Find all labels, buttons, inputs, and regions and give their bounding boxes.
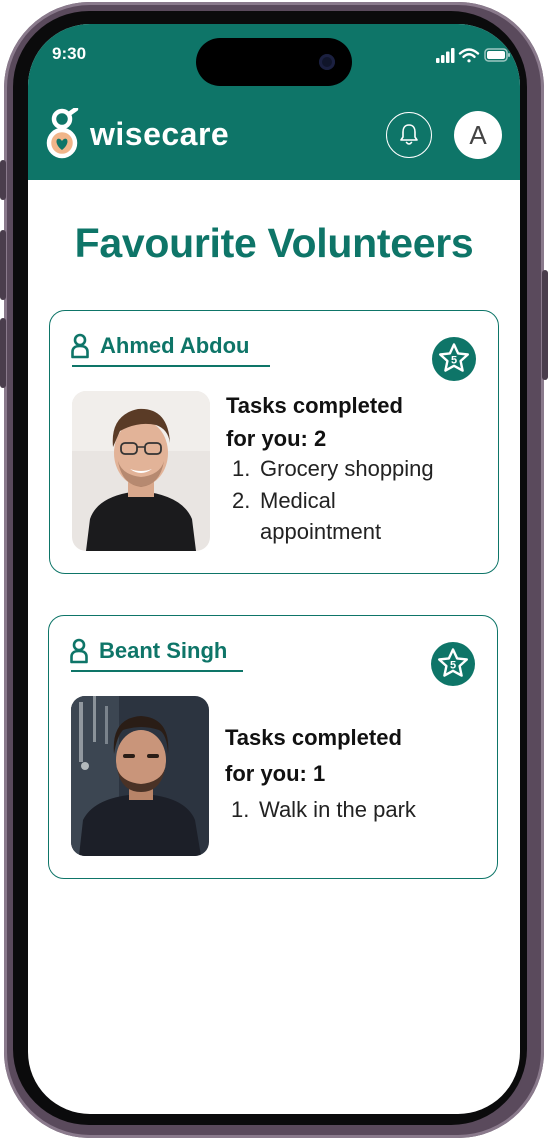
task-text: Grocery shopping bbox=[260, 456, 434, 481]
screen: 9:30 wisecare A Favourite Volunteers Ahm… bbox=[28, 24, 520, 1114]
volume-up-button bbox=[0, 230, 6, 300]
task-item: 1. Walk in the park bbox=[231, 794, 493, 826]
tasks-heading-line: Tasks completed bbox=[226, 393, 403, 418]
tasks-heading-count: for you: 1 bbox=[225, 761, 326, 786]
mute-switch bbox=[0, 160, 6, 200]
status-icons bbox=[436, 48, 510, 63]
app-name: wisecare bbox=[90, 116, 230, 152]
task-number: 1. bbox=[232, 456, 251, 481]
app-header: 9:30 wisecare A bbox=[28, 24, 520, 180]
signal-icon bbox=[436, 48, 455, 63]
wifi-icon bbox=[458, 48, 480, 63]
volunteer-card[interactable]: Beant Singh 5 Tasks completed for you: 1… bbox=[48, 615, 498, 879]
tasks-heading-count: for you: 2 bbox=[226, 426, 327, 451]
battery-icon bbox=[484, 48, 510, 62]
task-item: 1. Grocery shopping bbox=[232, 453, 494, 485]
star-badge-icon: 5 bbox=[431, 642, 475, 686]
badge-count: 5 bbox=[450, 660, 456, 672]
badge-count: 5 bbox=[451, 355, 457, 367]
name-underline bbox=[71, 670, 243, 672]
bell-icon bbox=[400, 124, 418, 145]
dynamic-island bbox=[196, 38, 352, 86]
volume-down-button bbox=[0, 318, 6, 388]
name-underline bbox=[72, 365, 270, 367]
power-button bbox=[542, 270, 548, 380]
task-text: Medical appointment bbox=[260, 487, 382, 545]
wisecare-logo: wisecare bbox=[46, 108, 246, 159]
tasks-heading: Tasks completed for you: 1 bbox=[225, 720, 485, 792]
page-title: Favourite Volunteers bbox=[74, 220, 474, 266]
volunteer-name: Beant Singh bbox=[99, 638, 228, 663]
task-list: 1. Walk in the park bbox=[231, 794, 493, 826]
person-icon bbox=[71, 333, 89, 359]
volunteer-card[interactable]: Ahmed Abdou 5 Tasks completed for you: 2… bbox=[49, 310, 499, 574]
star-badge-icon: 5 bbox=[432, 337, 476, 381]
volunteer-name: Ahmed Abdou bbox=[100, 333, 250, 358]
task-text: Walk in the park bbox=[259, 797, 416, 822]
status-time: 9:30 bbox=[52, 44, 87, 63]
notifications-button[interactable] bbox=[386, 112, 432, 158]
volunteer-photo bbox=[71, 696, 209, 856]
task-list: 1. Grocery shopping 2. Medical appointme… bbox=[232, 453, 494, 548]
volunteer-photo bbox=[72, 391, 210, 551]
task-number: 1. bbox=[231, 797, 250, 822]
task-number: 2. bbox=[232, 487, 251, 513]
task-item: 2. Medical appointment bbox=[232, 485, 460, 548]
logo-icon bbox=[46, 108, 79, 159]
profile-avatar-button[interactable]: A bbox=[454, 111, 502, 159]
camera-icon bbox=[319, 54, 335, 70]
tasks-heading: Tasks completed for you: 2 bbox=[226, 389, 486, 455]
person-icon bbox=[70, 638, 88, 664]
tasks-heading-line: Tasks completed bbox=[225, 725, 402, 750]
